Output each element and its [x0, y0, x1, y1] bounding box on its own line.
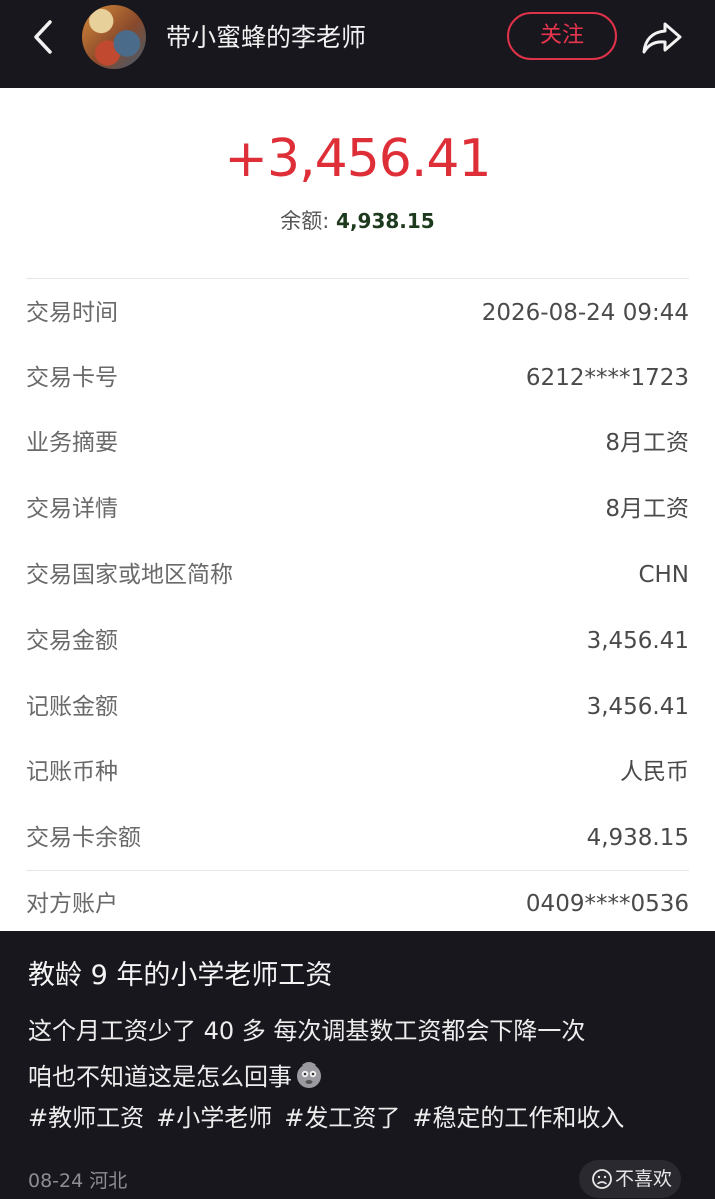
row-value: 6212****1723 [525, 365, 689, 391]
transaction-detail-card: +3,456.41 余额: 4,938.15 交易时间 2026-08-24 0… [0, 88, 715, 931]
detail-row-card-balance: 交易卡余额 4,938.15 [26, 818, 689, 858]
detail-row-country: 交易国家或地区简称 CHN [26, 555, 689, 595]
back-button[interactable] [26, 17, 62, 57]
dislike-button[interactable]: 不喜欢 [579, 1160, 681, 1198]
row-label: 记账币种 [26, 759, 118, 785]
row-label: 业务摘要 [26, 430, 118, 456]
row-label: 对方账户 [26, 891, 118, 917]
hashtag-list: #教师工资 #小学老师 #发工资了 #稳定的工作和收入 [28, 1098, 636, 1133]
balance-value: 4,938.15 [336, 209, 435, 233]
avatar[interactable] [82, 5, 146, 69]
row-value: 3,456.41 [586, 628, 689, 654]
row-value: 4,938.15 [586, 825, 689, 851]
speechless-face-icon [297, 1062, 321, 1088]
row-value: 2026-08-24 09:44 [481, 300, 689, 326]
row-value: 3,456.41 [586, 694, 689, 720]
transaction-amount: +3,456.41 [224, 129, 491, 189]
post-caption: 教龄 9 年的小学老师工资 这个月工资少了 40 多 每次调基数工资都会下降一次… [0, 931, 715, 1199]
detail-row-summary: 业务摘要 8月工资 [26, 423, 689, 463]
detail-row-posted-amount: 记账金额 3,456.41 [26, 687, 689, 727]
hashtag-link[interactable]: #稳定的工作和收入 [412, 1104, 624, 1132]
detail-row-currency: 记账币种 人民币 [26, 752, 689, 792]
row-value: 人民币 [620, 759, 689, 785]
divider [26, 870, 689, 871]
post-title: 教龄 9 年的小学老师工资 [28, 960, 333, 991]
dislike-label: 不喜欢 [615, 1168, 673, 1190]
username[interactable]: 带小蜜蜂的李老师 [166, 18, 366, 54]
sad-face-icon [592, 1169, 612, 1189]
divider [26, 278, 689, 279]
row-label: 交易时间 [26, 300, 118, 326]
row-label: 交易卡余额 [26, 825, 141, 851]
detail-row-counterparty-account: 对方账户 0409****0536 [26, 884, 689, 924]
row-label: 交易详情 [26, 496, 118, 522]
row-value: 0409****0536 [525, 891, 689, 917]
follow-button[interactable]: 关注 [507, 12, 617, 60]
share-button[interactable] [638, 16, 686, 60]
row-value: CHN [638, 562, 689, 588]
balance-label: 余额: [280, 209, 330, 233]
detail-row-details: 交易详情 8月工资 [26, 489, 689, 529]
top-nav-bar: 带小蜜蜂的李老师 关注 [0, 0, 715, 84]
row-value: 8月工资 [605, 496, 689, 522]
row-label: 交易金额 [26, 628, 118, 654]
detail-row-transaction-amount: 交易金额 3,456.41 [26, 621, 689, 661]
post-date-location: 08-24 河北 [28, 1170, 128, 1192]
row-label: 记账金额 [26, 694, 118, 720]
detail-row-card-number: 交易卡号 6212****1723 [26, 358, 689, 398]
balance-summary: 余额: 4,938.15 [0, 205, 715, 235]
post-text-line: 咱也不知道这是怎么回事 [28, 1057, 324, 1092]
row-label: 交易国家或地区简称 [26, 562, 233, 588]
post-text-line: 这个月工资少了 40 多 每次调基数工资都会下降一次 [28, 1017, 586, 1045]
share-arrow-icon [642, 22, 682, 54]
row-label: 交易卡号 [26, 365, 118, 391]
hashtag-link[interactable]: #小学老师 [156, 1104, 272, 1132]
row-value: 8月工资 [605, 430, 689, 456]
hashtag-link[interactable]: #发工资了 [284, 1104, 400, 1132]
post-text: 咱也不知道这是怎么回事 [28, 1063, 292, 1091]
chevron-left-icon [34, 20, 52, 54]
hashtag-link[interactable]: #教师工资 [28, 1104, 144, 1132]
detail-row-transaction-time: 交易时间 2026-08-24 09:44 [26, 293, 689, 333]
